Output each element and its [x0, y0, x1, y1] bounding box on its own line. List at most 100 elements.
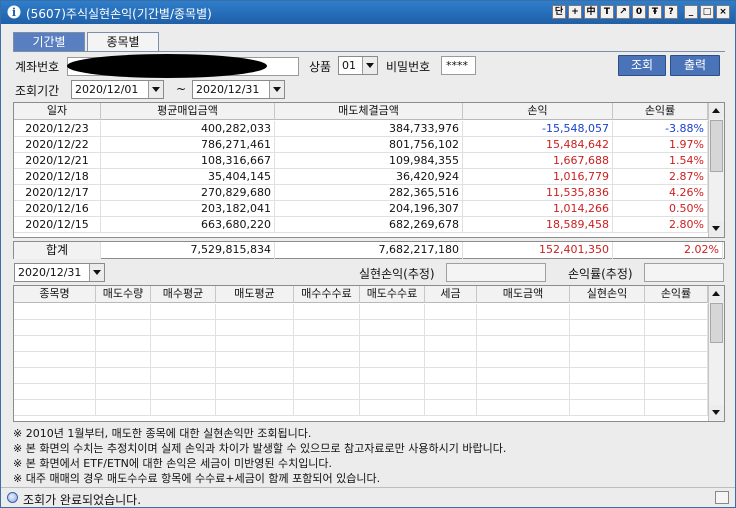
tab-period[interactable]: 기간별 — [13, 32, 85, 52]
col-stock-name[interactable]: 종목명 — [14, 286, 96, 303]
cell-sell-exec: 384,733,976 — [275, 121, 463, 137]
table-cell — [570, 384, 645, 400]
date-from-select[interactable]: 2020/12/01 — [71, 80, 164, 99]
password-label: 비밀번호 — [386, 60, 431, 74]
col-buy-fee[interactable]: 매수수수료 — [294, 286, 360, 303]
product-label: 상품 — [309, 60, 332, 74]
period-scrollbar[interactable] — [708, 103, 724, 237]
col-pnl-rate[interactable]: 손익률 — [613, 103, 708, 120]
account-label: 계좌번호 — [15, 60, 60, 74]
col-sell-qty[interactable]: 매도수량 — [96, 286, 151, 303]
table-cell — [360, 304, 425, 320]
note-item: ※ 본 화면의 수치는 추정치이며 실제 손익과 차이가 발생할 수 있으므로 … — [13, 442, 507, 455]
table-row[interactable] — [14, 400, 708, 416]
table-cell — [96, 320, 151, 336]
col-date[interactable]: 일자 — [14, 103, 101, 120]
table-cell — [360, 336, 425, 352]
table-row[interactable]: 2020/12/18 35,404,145 36,420,924 1,016,779 2… — [14, 169, 708, 185]
calendar-dropdown-icon[interactable] — [148, 81, 163, 98]
zero-icon[interactable]: 0 — [632, 5, 646, 19]
cell-pnl: 18,589,458 — [463, 217, 613, 233]
cell-sell-exec: 682,269,678 — [275, 217, 463, 233]
tab-stock[interactable]: 종목별 — [87, 32, 159, 52]
calendar-dropdown-icon[interactable] — [89, 264, 104, 281]
unit-icon[interactable]: 단 — [552, 5, 566, 19]
maximize-icon[interactable]: □ — [700, 5, 714, 19]
table-row[interactable] — [14, 368, 708, 384]
table-row[interactable]: 2020/12/21 108,316,667 109,984,355 1,667,68… — [14, 153, 708, 169]
table-cell — [570, 336, 645, 352]
table-row[interactable] — [14, 352, 708, 368]
center-icon[interactable]: 中 — [584, 5, 598, 19]
table-cell — [425, 384, 477, 400]
table-cell — [570, 304, 645, 320]
table-row[interactable]: 2020/12/17 270,829,680 282,365,516 11,535,8… — [14, 185, 708, 201]
password-input[interactable]: **** — [441, 56, 476, 75]
cell-sell-exec: 282,365,516 — [275, 185, 463, 201]
col-sell-exec[interactable]: 매도체결금액 — [275, 103, 463, 120]
status-bar: 조회가 완료되었습니다. — [1, 487, 735, 507]
table-row[interactable]: 2020/12/22 786,271,461 801,756,102 15,484,6… — [14, 137, 708, 153]
total-avg-buy: 7,529,815,834 — [101, 242, 275, 259]
detail-date-select[interactable]: 2020/12/31 — [14, 263, 105, 282]
scroll-up-icon[interactable] — [709, 104, 724, 119]
table-row[interactable] — [14, 304, 708, 320]
table-cell — [216, 352, 294, 368]
table-row[interactable]: 2020/12/23 400,282,033 384,733,976 -15,548,… — [14, 121, 708, 137]
window-resize-icon[interactable] — [715, 491, 729, 504]
print-button[interactable]: 출력 — [670, 55, 720, 76]
table-row[interactable] — [14, 320, 708, 336]
scroll-down-icon[interactable] — [709, 221, 724, 236]
chevron-down-icon[interactable] — [362, 57, 377, 74]
detail-scrollbar[interactable] — [708, 286, 724, 421]
col-tax[interactable]: 세금 — [425, 286, 477, 303]
table-cell — [360, 352, 425, 368]
table-cell — [477, 304, 570, 320]
tab-divider — [13, 51, 725, 52]
period-table-header: 일자 평균매입금액 매도체결금액 손익 손익률 — [14, 103, 708, 120]
table-row[interactable]: 2020/12/15 663,680,220 682,269,678 18,589,4… — [14, 217, 708, 233]
table-cell — [570, 320, 645, 336]
text-icon[interactable]: T — [600, 5, 614, 19]
help-icon[interactable]: ? — [664, 5, 678, 19]
rate-value — [644, 263, 724, 282]
product-select[interactable]: 01 — [338, 56, 378, 75]
detail-date-value: 2020/12/31 — [18, 266, 82, 279]
scroll-thumb[interactable] — [710, 303, 723, 343]
title-bar[interactable]: i (5607)주식실현손익(기간별/종목별) 단 + 中 T ↗ 0 Ŧ ? … — [1, 1, 735, 24]
col-sell-avg[interactable]: 매도평균 — [216, 286, 294, 303]
col-avg-buy[interactable]: 평균매입금액 — [101, 103, 275, 120]
pin-icon[interactable]: Ŧ — [648, 5, 662, 19]
scroll-thumb[interactable] — [710, 120, 723, 172]
scroll-up-icon[interactable] — [709, 287, 724, 302]
cell-date: 2020/12/23 — [14, 121, 101, 137]
col-pnl[interactable]: 손익 — [463, 103, 613, 120]
table-row[interactable] — [14, 384, 708, 400]
table-cell — [477, 384, 570, 400]
minimize-icon[interactable]: _ — [684, 5, 698, 19]
link-icon[interactable]: ↗ — [616, 5, 630, 19]
col-rate[interactable]: 손익률 — [645, 286, 708, 303]
plus-icon[interactable]: + — [568, 5, 582, 19]
table-cell — [425, 320, 477, 336]
date-to-select[interactable]: 2020/12/31 — [192, 80, 285, 99]
query-button[interactable]: 조회 — [618, 55, 666, 76]
table-row[interactable] — [14, 336, 708, 352]
table-cell — [294, 336, 360, 352]
col-realized[interactable]: 실현손익 — [570, 286, 645, 303]
cell-pnl-rate: -3.88% — [613, 121, 708, 137]
col-sell-amount[interactable]: 매도금액 — [477, 286, 570, 303]
table-row[interactable]: 2020/12/16 203,182,041 204,196,307 1,014,26… — [14, 201, 708, 217]
scroll-down-icon[interactable] — [709, 405, 724, 420]
table-cell — [151, 352, 216, 368]
col-buy-avg[interactable]: 매수평균 — [151, 286, 216, 303]
cell-pnl: -15,548,057 — [463, 121, 613, 137]
col-sell-fee[interactable]: 매도수수료 — [360, 286, 425, 303]
cell-date: 2020/12/18 — [14, 169, 101, 185]
table-cell — [151, 384, 216, 400]
cell-avg-buy: 203,182,041 — [101, 201, 275, 217]
status-text: 조회가 완료되었습니다. — [23, 493, 142, 507]
close-icon[interactable]: × — [716, 5, 730, 19]
calendar-dropdown-icon[interactable] — [269, 81, 284, 98]
cell-sell-exec: 801,756,102 — [275, 137, 463, 153]
